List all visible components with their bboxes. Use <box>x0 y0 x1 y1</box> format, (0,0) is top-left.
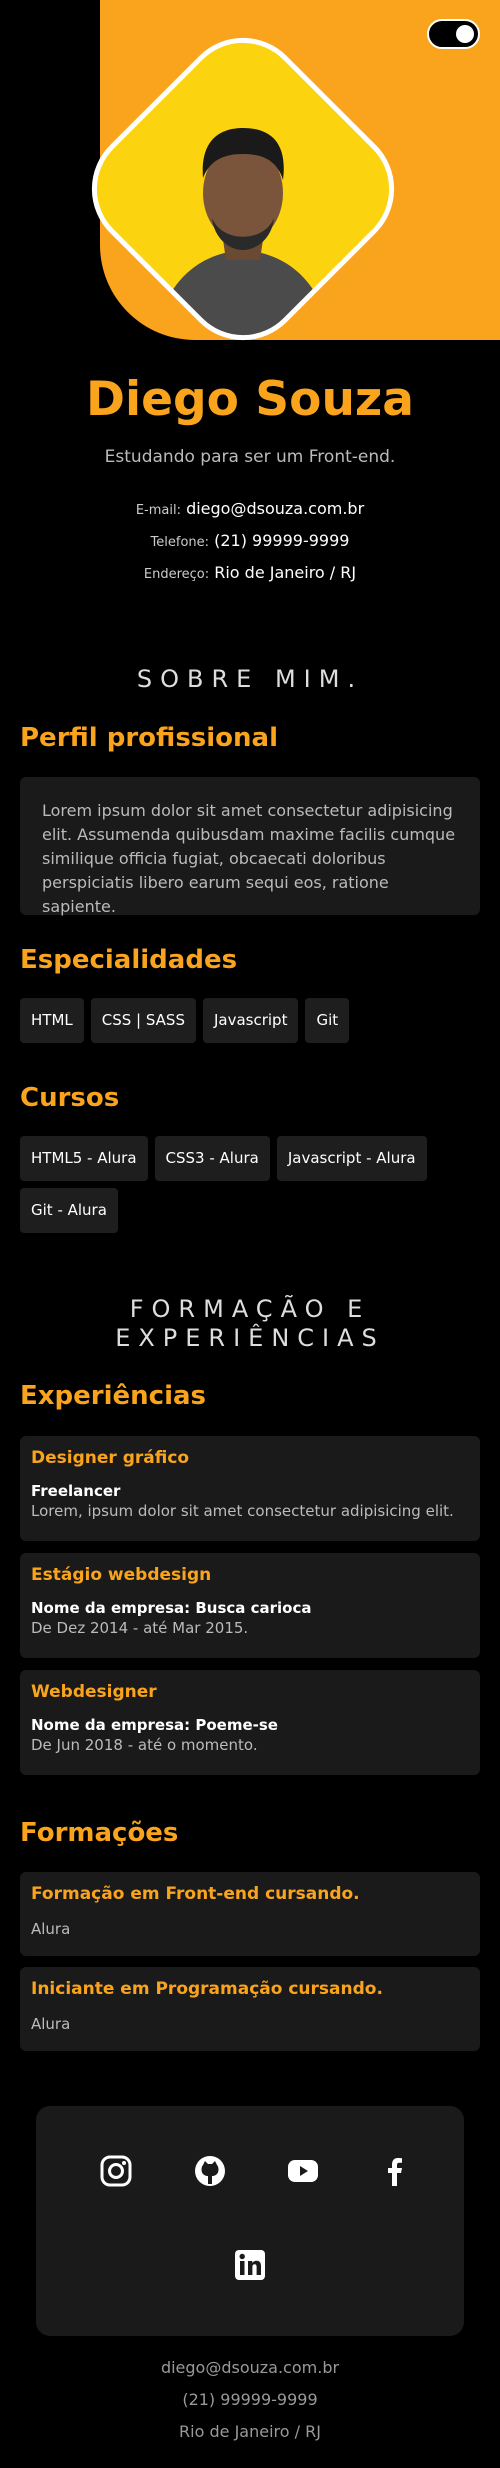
profile-heading: Perfil profissional <box>20 723 279 753</box>
experience-company: Nome da empresa: Busca carioca <box>31 1599 312 1617</box>
experience-card: Estágio webdesign Nome da empresa: Busca… <box>20 1553 480 1658</box>
instagram-icon[interactable] <box>99 2154 133 2188</box>
skill-tag: Javascript <box>202 998 299 1043</box>
github-icon[interactable] <box>193 2154 227 2188</box>
email-value[interactable]: diego@dsouza.com.br <box>186 499 364 518</box>
profile-text: Lorem ipsum dolor sit amet consectetur a… <box>20 777 480 916</box>
address-label: Endereço: <box>143 567 210 582</box>
footer-phone: (21) 99999-9999 <box>182 2390 318 2409</box>
education-title: Iniciante em Programação cursando. <box>31 1979 383 1999</box>
experience-title: Webdesigner <box>31 1682 157 1702</box>
footer-address: Rio de Janeiro / RJ <box>179 2422 321 2441</box>
experience-card: Designer gráfico Freelancer Lorem, ipsum… <box>20 1436 480 1541</box>
experience-card: Webdesigner Nome da empresa: Poeme-se De… <box>20 1670 480 1775</box>
experience-title: Designer gráfico <box>31 1448 190 1468</box>
hero <box>0 0 500 366</box>
experience-title: Estágio webdesign <box>31 1565 212 1585</box>
experience-company: Nome da empresa: Poeme-se <box>31 1716 278 1734</box>
toggle-knob <box>456 25 474 43</box>
education-school: Alura <box>31 1920 71 1938</box>
skill-tag: CSS | SASS <box>90 998 196 1043</box>
course-tag: Git - Alura <box>20 1188 118 1233</box>
courses-heading: Cursos <box>20 1083 120 1113</box>
experience-detail: De Jun 2018 - até o momento. <box>31 1736 258 1754</box>
profile-name: Diego Souza <box>86 372 414 427</box>
skill-tag: Git <box>305 998 350 1043</box>
social-links <box>36 2106 464 2336</box>
education-heading: Formações <box>20 1818 179 1848</box>
footer-email[interactable]: diego@dsouza.com.br <box>0 2358 500 2377</box>
skills-heading: Especialidades <box>20 945 238 975</box>
about-section-title: SOBRE MIM. <box>136 665 364 693</box>
contact-phone: Telefone: (21) 99999-9999 <box>0 531 500 550</box>
experience-company: Freelancer <box>31 1482 121 1500</box>
experience-section-title-line1: FORMAÇÃO E <box>129 1295 371 1323</box>
contact-address: Endereço: Rio de Janeiro / RJ <box>0 563 500 582</box>
education-title: Formação em Front-end cursando. <box>31 1884 360 1904</box>
contact-email: E-mail: diego@dsouza.com.br <box>0 499 500 518</box>
phone-value: (21) 99999-9999 <box>214 531 350 550</box>
education-card: Iniciante em Programação cursando. Alura <box>20 1967 480 2051</box>
address-value: Rio de Janeiro / RJ <box>214 563 357 582</box>
experience-section-title-line2: EXPERIÊNCIAS <box>115 1324 385 1352</box>
phone-label: Telefone: <box>150 535 210 550</box>
experience-detail: De Dez 2014 - até Mar 2015. <box>31 1619 249 1637</box>
profile-tagline: Estudando para ser um Front-end. <box>104 447 396 467</box>
skills-list: HTML CSS | SASS Javascript Git <box>20 998 480 1043</box>
skill-tag: HTML <box>20 998 84 1043</box>
course-tag: Javascript - Alura <box>276 1136 427 1181</box>
courses-list: HTML5 - Alura CSS3 - Alura Javascript - … <box>20 1136 480 1233</box>
experience-detail: Lorem, ipsum dolor sit amet consectetur … <box>31 1502 454 1520</box>
course-tag: HTML5 - Alura <box>20 1136 148 1181</box>
experience-heading: Experiências <box>20 1381 206 1411</box>
education-card: Formação em Front-end cursando. Alura <box>20 1872 480 1956</box>
linkedin-icon[interactable] <box>233 2248 267 2282</box>
theme-toggle[interactable] <box>427 19 480 49</box>
facebook-icon[interactable] <box>378 2154 412 2188</box>
youtube-icon[interactable] <box>286 2154 320 2188</box>
email-label: E-mail: <box>135 503 181 518</box>
course-tag: CSS3 - Alura <box>154 1136 270 1181</box>
education-school: Alura <box>31 2015 71 2033</box>
